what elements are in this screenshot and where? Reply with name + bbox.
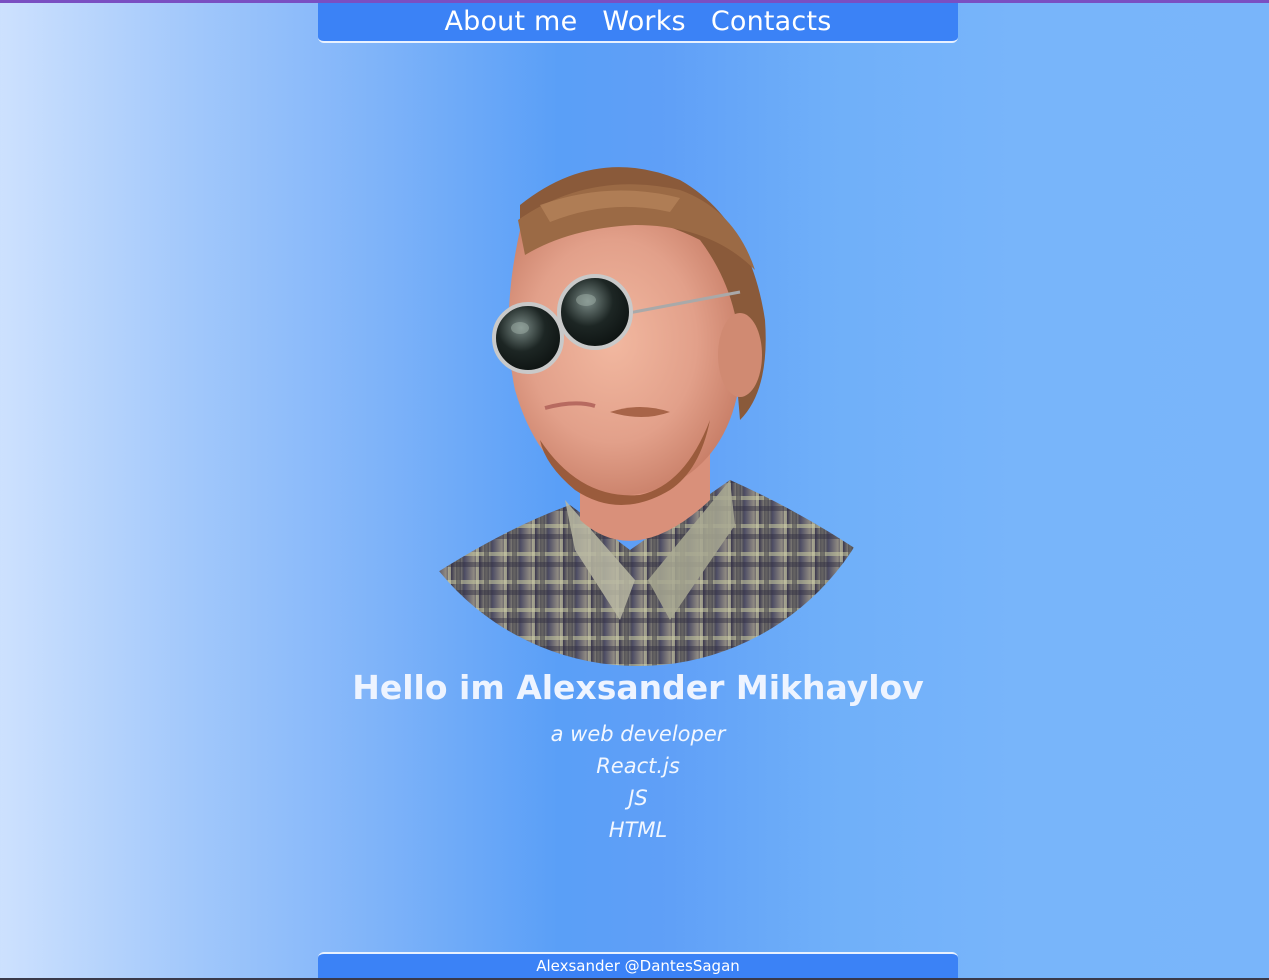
skill-item: HTML [608,818,668,842]
nav-link-contacts[interactable]: Contacts [711,6,832,37]
skill-item: a web developer [550,722,726,746]
top-navigation: About me Works Contacts [318,3,958,43]
skill-item: React.js [596,754,680,778]
nav-link-works[interactable]: Works [602,6,685,37]
page-footer: Alexsander @DantesSagan [318,952,958,978]
hero-heading: Hello im Alexsander Mikhaylov [352,668,924,707]
profile-portrait [382,167,894,666]
skills-list: a web developer React.js JS HTML [0,718,1269,846]
skill-item: JS [628,786,648,810]
nav-link-about-me[interactable]: About me [444,6,577,37]
